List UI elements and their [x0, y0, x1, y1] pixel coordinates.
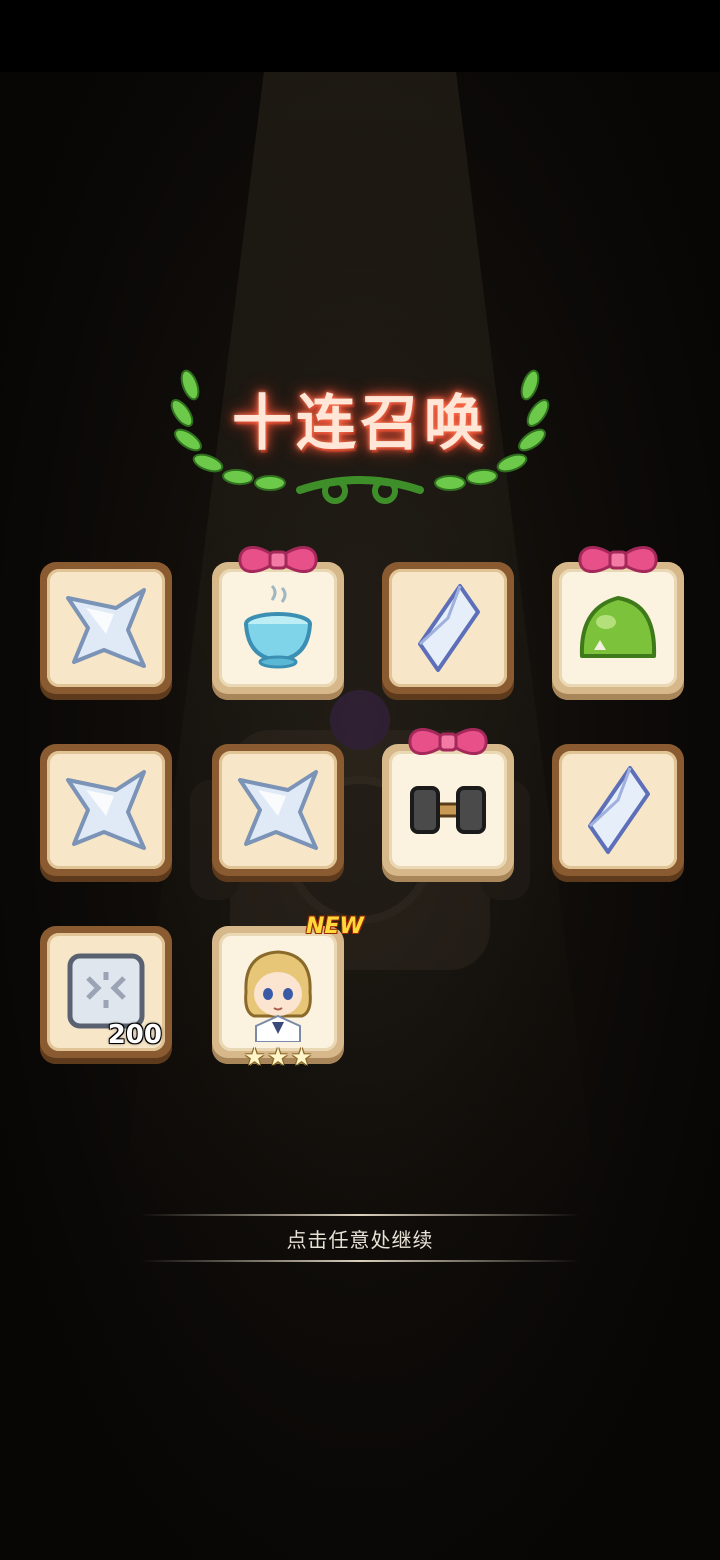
- dumbbell-icon: [410, 786, 486, 834]
- reward-card[interactable]: [552, 744, 684, 882]
- star-crystal-icon: [66, 770, 146, 850]
- hero-star-rating: ★ ★ ★: [242, 1044, 314, 1070]
- diamond-crystal-icon: [588, 766, 650, 854]
- star-crystal-icon: [238, 770, 318, 850]
- summon-title: 十连召唤: [232, 389, 488, 459]
- continue-label: 点击任意处继续: [286, 1228, 434, 1252]
- pink-bow-icon: [578, 546, 658, 573]
- reward-card[interactable]: [382, 562, 514, 700]
- divider-top: [140, 1214, 580, 1216]
- reward-card-gift[interactable]: [552, 546, 684, 700]
- star-crystal-icon: [66, 588, 146, 668]
- reward-card-hero[interactable]: NEW ★ ★ ★: [212, 914, 364, 1070]
- reward-quantity: 200: [107, 1020, 162, 1050]
- reward-card-gift[interactable]: [382, 728, 514, 882]
- star-icon: ★: [290, 1043, 313, 1071]
- diamond-crystal-icon: [418, 584, 480, 672]
- pink-bow-icon: [408, 728, 488, 755]
- reward-card[interactable]: [40, 744, 172, 882]
- continue-hint[interactable]: 点击任意处继续: [140, 1210, 580, 1266]
- reward-card[interactable]: [212, 744, 344, 882]
- status-bar: [0, 0, 720, 72]
- star-icon: ★: [243, 1043, 266, 1071]
- pink-bow-icon: [238, 546, 318, 573]
- divider-bottom: [140, 1260, 580, 1262]
- new-badge: NEW: [306, 914, 364, 939]
- reward-card[interactable]: 200: [40, 926, 172, 1064]
- reward-card-gift[interactable]: [212, 546, 344, 700]
- summon-title-banner: 十连召唤: [160, 345, 560, 515]
- star-icon: ★: [267, 1043, 289, 1071]
- water-bowl-icon: [244, 584, 312, 669]
- green-slime-icon: [579, 596, 657, 658]
- hero-portrait-icon: [244, 950, 312, 1042]
- reward-card[interactable]: [40, 562, 172, 700]
